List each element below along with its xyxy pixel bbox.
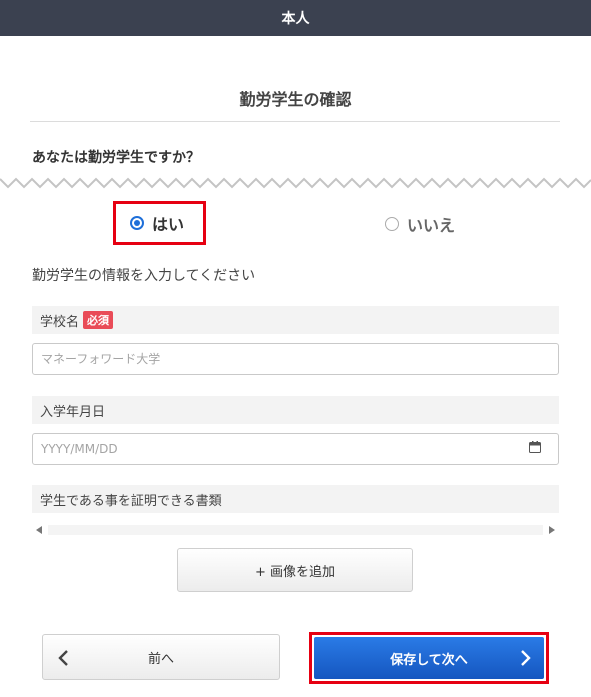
prev-button[interactable]: 前へ	[42, 634, 280, 680]
calendar-icon[interactable]	[529, 441, 541, 453]
page-header: 本人	[0, 0, 591, 36]
answer-yes-label: はい	[152, 215, 185, 234]
document-label-bar: 学生である事を証明できる書類	[32, 485, 559, 513]
enrollment-date-label: 入学年月日	[40, 404, 106, 420]
question-text: あなたは勤労学生ですか？	[32, 150, 200, 166]
enrollment-date-input[interactable]	[32, 433, 559, 465]
save-and-next-label: 保存して次へ	[390, 652, 468, 668]
prev-button-label: 前へ	[147, 651, 174, 667]
answer-no-label: いいえ	[407, 216, 456, 235]
school-name-label: 学校名	[40, 314, 80, 330]
school-name-input[interactable]	[32, 343, 559, 375]
section-title: 勤労学生の確認	[239, 90, 352, 109]
save-and-next-button[interactable]: 保存して次へ	[314, 637, 544, 679]
scroll-right-arrow-icon[interactable]	[549, 526, 555, 534]
chevron-right-icon	[521, 650, 531, 666]
horizontal-scrollbar[interactable]	[32, 520, 559, 540]
document-label: 学生である事を証明できる書類	[40, 493, 222, 509]
zigzag-divider	[0, 177, 591, 189]
radio-unchecked-icon	[385, 217, 399, 231]
header-title: 本人	[281, 11, 310, 27]
title-divider	[30, 121, 560, 122]
required-badge: 必須	[83, 311, 114, 329]
school-name-label-bar: 学校名 必須	[32, 306, 559, 334]
enrollment-date-label-bar: 入学年月日	[32, 396, 559, 424]
add-image-button[interactable]: + 画像を追加	[177, 548, 413, 592]
instruction-text: 勤労学生の情報を入力してください	[32, 268, 256, 284]
radio-checked-icon	[130, 216, 144, 230]
answer-no-radio[interactable]: いいえ	[385, 212, 455, 236]
scroll-left-arrow-icon[interactable]	[36, 526, 42, 534]
chevron-left-icon	[58, 650, 68, 666]
answer-yes-radio[interactable]: はい	[113, 201, 206, 245]
scroll-track[interactable]	[48, 525, 543, 535]
